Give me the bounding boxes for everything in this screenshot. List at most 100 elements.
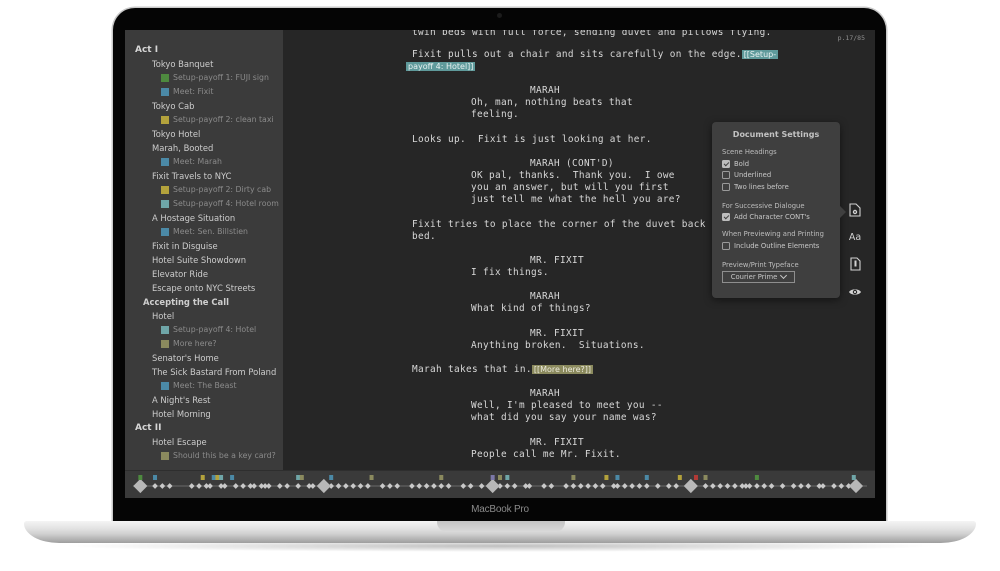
timeline-note-marker[interactable] — [230, 475, 235, 480]
outline-note[interactable]: Meet: Sen. Billstien — [125, 225, 283, 239]
timeline-note-marker[interactable] — [329, 475, 334, 480]
two-lines-before-checkbox[interactable]: Two lines before — [722, 181, 830, 193]
outline-act[interactable]: Act I — [125, 43, 283, 57]
timeline-scene-marker[interactable] — [732, 483, 738, 489]
timeline-scene-marker[interactable] — [614, 483, 621, 489]
timeline-note-marker[interactable] — [604, 475, 609, 480]
outline-note[interactable]: Meet: Fixit — [125, 85, 283, 99]
outline-note[interactable]: Setup-payoff 2: Dirty cab — [125, 183, 283, 197]
timeline-scene-marker[interactable] — [585, 483, 591, 489]
timeline-scene-marker[interactable] — [232, 483, 239, 489]
timeline-scene-marker[interactable] — [265, 483, 272, 489]
script-action-line[interactable]: Fixit tries to place the corner of the d… — [412, 219, 748, 231]
timeline-scene-marker[interactable] — [779, 483, 786, 489]
timeline-scene-marker[interactable] — [379, 483, 386, 489]
timeline-scene-marker[interactable] — [343, 483, 349, 489]
timeline-scene-marker[interactable] — [798, 483, 804, 489]
timeline-scene-marker[interactable] — [724, 483, 731, 489]
timeline-note-marker[interactable] — [153, 475, 158, 480]
timeline-scene-marker[interactable] — [438, 483, 445, 489]
outline-act[interactable]: Act II — [125, 421, 283, 435]
timeline-note-marker[interactable] — [851, 475, 856, 480]
timeline-note-marker[interactable] — [571, 475, 576, 480]
outline-scene[interactable]: Fixit Travels to NYC — [125, 169, 283, 183]
outline-scene[interactable]: Senator's Home — [125, 351, 283, 365]
timeline-scene-marker[interactable] — [636, 483, 643, 489]
timeline-scene-marker[interactable] — [654, 483, 661, 489]
outline-note[interactable]: Setup-payoff 1: FUJI sign — [125, 71, 283, 85]
script-action-line[interactable]: bed. — [412, 231, 436, 243]
timeline-note-marker[interactable] — [703, 475, 708, 480]
timeline-scene-marker[interactable] — [761, 483, 768, 489]
outline-scene[interactable]: Tokyo Hotel — [125, 127, 283, 141]
outline-scene[interactable]: A Hostage Situation — [125, 211, 283, 225]
preview-button[interactable] — [843, 282, 867, 302]
script-character-line[interactable]: MARAH — [530, 291, 560, 303]
timeline-scene-marker[interactable] — [240, 483, 246, 489]
timeline-scene-marker[interactable] — [207, 483, 213, 489]
timeline-scene-marker[interactable] — [310, 483, 316, 489]
timeline-scene-marker[interactable] — [599, 483, 606, 489]
outline-scene[interactable]: A Night's Rest — [125, 393, 283, 407]
timeline-scene-marker[interactable] — [629, 483, 635, 489]
timeline-scene-marker[interactable] — [665, 483, 672, 489]
timeline-scene-marker[interactable] — [159, 483, 166, 489]
outline-note[interactable]: Setup-payoff 4: Hotel room — [125, 197, 283, 211]
timeline-note-marker[interactable] — [615, 475, 620, 480]
timeline-note-marker[interactable] — [693, 475, 698, 480]
timeline-scene-marker[interactable] — [431, 483, 437, 489]
outline-scene[interactable]: Tokyo Banquet — [125, 57, 283, 71]
outline-scene[interactable]: The Sick Bastard From Poland — [125, 365, 283, 379]
outline-scene[interactable]: Marah, Booted — [125, 141, 283, 155]
timeline-note-marker[interactable] — [200, 475, 205, 480]
script-character-line[interactable]: MARAH — [530, 388, 560, 400]
timeline-note-marker[interactable] — [215, 475, 220, 480]
outline-scene[interactable]: Hotel Escape — [125, 435, 283, 449]
script-dialogue-line[interactable]: I fix things. — [471, 267, 549, 279]
inline-note-tag[interactable]: [[Setup- — [741, 50, 779, 59]
timeline-scene-marker[interactable] — [423, 483, 430, 489]
timeline-scene-marker[interactable] — [251, 483, 257, 489]
timeline-scene-marker[interactable] — [548, 483, 555, 489]
timeline-scene-marker[interactable] — [460, 483, 467, 489]
timeline-scene-marker[interactable] — [284, 483, 290, 489]
timeline-note-marker[interactable] — [296, 475, 301, 480]
font-size-button[interactable]: Aa — [843, 227, 867, 247]
outline-scene[interactable]: Tokyo Cab — [125, 99, 283, 113]
timeline-scene-marker[interactable] — [445, 483, 452, 489]
timeline-act-marker[interactable] — [683, 478, 698, 494]
page-break-button[interactable] — [843, 254, 867, 274]
timeline-scene-marker[interactable] — [838, 483, 845, 489]
timeline-act-marker[interactable] — [485, 478, 500, 494]
outline-note[interactable]: More here? — [125, 337, 283, 351]
timeline-scene-marker[interactable] — [478, 483, 485, 489]
timeline-scene-marker[interactable] — [188, 483, 195, 489]
outline-scene[interactable]: Elevator Ride — [125, 267, 283, 281]
bold-checkbox[interactable]: Bold — [722, 158, 830, 170]
script-character-line[interactable]: MR. FIXIT — [530, 328, 584, 340]
script-dialogue-line[interactable]: what did you say your name was? — [471, 412, 657, 424]
script-dialogue-line[interactable]: Anything broken. Situations. — [471, 340, 645, 352]
outline-note[interactable]: Meet: Marah — [125, 155, 283, 169]
timeline-scene-marker[interactable] — [526, 483, 533, 489]
add-contd-checkbox[interactable]: Add Character CONT's — [722, 212, 830, 224]
timeline-scene-marker[interactable] — [592, 483, 599, 489]
script-action-line[interactable]: twin beds with full force, sending duvet… — [412, 30, 772, 39]
script-character-line[interactable]: MARAH — [530, 85, 560, 97]
timeline-scene-marker[interactable] — [768, 483, 775, 489]
timeline-act-marker[interactable] — [848, 478, 864, 494]
timeline-scene-marker[interactable] — [416, 483, 423, 489]
timeline-note-marker[interactable] — [644, 475, 649, 480]
timeline-note-marker[interactable] — [219, 475, 224, 480]
timeline-scene-marker[interactable] — [717, 483, 724, 489]
timeline-scene-marker[interactable] — [387, 483, 393, 489]
timeline-scene-marker[interactable] — [467, 483, 474, 489]
timeline-scene-marker[interactable] — [831, 483, 837, 489]
script-dialogue-line[interactable]: OK pal, thanks. Thank you. I owe — [471, 170, 675, 182]
script-character-line[interactable]: MR. FIXIT — [530, 255, 584, 267]
timeline-note-marker[interactable] — [490, 475, 495, 480]
timeline-scene-marker[interactable] — [541, 483, 547, 489]
timeline-scene-marker[interactable] — [166, 483, 173, 489]
document-settings-button[interactable] — [843, 200, 867, 220]
outline-scene[interactable]: Escape onto NYC Streets — [125, 281, 283, 295]
